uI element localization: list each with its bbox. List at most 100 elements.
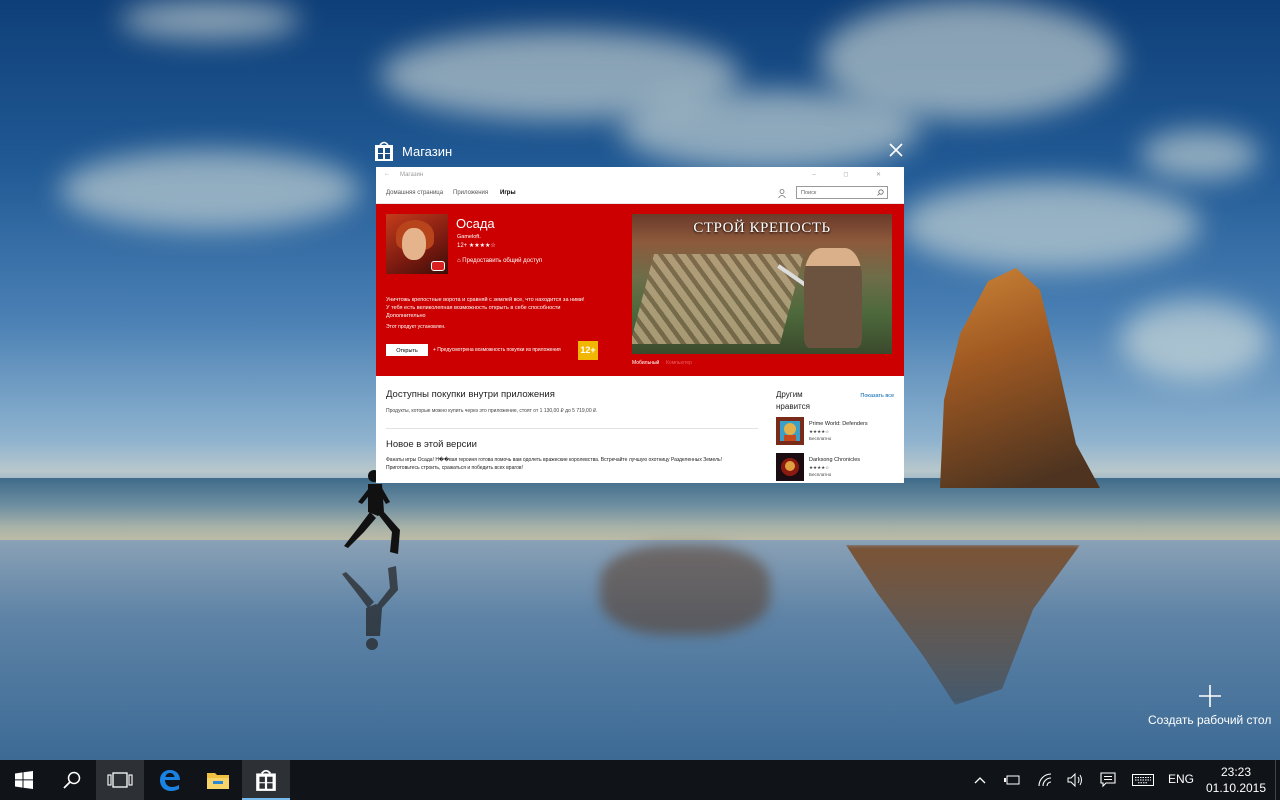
cloud	[820, 0, 1120, 120]
task-view-window-header: Магазин	[374, 138, 904, 166]
share-icon: ⌂	[457, 258, 461, 264]
notification-icon	[1100, 772, 1116, 788]
share-link[interactable]: ⌂ Предоставить общий доступ	[457, 258, 542, 264]
rock-reflection	[600, 545, 770, 635]
network-tray[interactable]	[1034, 760, 1058, 800]
input-language[interactable]: ENG	[1168, 772, 1194, 786]
store-icon	[256, 769, 276, 791]
cloud	[1140, 130, 1260, 180]
search-placeholder: Поиск	[801, 190, 817, 196]
recommended-app[interactable]: Darksong Chronicles ★★★★☆ Бесплатно	[776, 453, 894, 483]
pegi-rating-badge: 12+	[578, 341, 598, 360]
age-and-rating: 12+ ★★★★☆	[457, 242, 496, 249]
product-hero: Осада Gameloft. 12+ ★★★★☆ ⌂ Предоставить…	[376, 204, 904, 376]
product-title: Осада	[456, 216, 495, 231]
new-desktop-label: Создать рабочий стол	[1148, 713, 1272, 727]
clock-date: 01.10.2015	[1205, 781, 1267, 795]
in-app-text: Продукты, которые можно купить через это…	[386, 408, 598, 414]
chevron-up-icon	[974, 777, 986, 784]
screenshot-tab-mobile[interactable]: Мобильный	[632, 360, 659, 366]
windows-logo-icon	[15, 771, 33, 789]
clock[interactable]: 23:23 01.10.2015	[1200, 764, 1272, 796]
search-icon[interactable]	[877, 189, 884, 196]
screenshot-tab-pc[interactable]: Компьютер	[666, 360, 692, 366]
game-app-icon	[386, 214, 448, 274]
runner-reflection	[342, 566, 398, 650]
store-window[interactable]: ← Магазин – ◻ ✕ Домашняя страница Прилож…	[376, 167, 904, 483]
recommended-app-price: Бесплатно	[809, 472, 832, 477]
user-icon[interactable]	[778, 189, 786, 198]
tab-home[interactable]: Домашняя страница	[386, 190, 443, 196]
recommended-app-stars: ★★★★☆	[809, 465, 830, 470]
tab-games[interactable]: Игры	[500, 190, 516, 196]
edge-icon	[160, 770, 180, 791]
window-title: Магазин	[402, 144, 453, 159]
start-button[interactable]	[0, 760, 48, 800]
wifi-icon	[1038, 773, 1052, 787]
battery-icon	[1004, 775, 1020, 785]
close-icon[interactable]	[888, 142, 904, 158]
store-titlebar: ← Магазин – ◻ ✕	[376, 167, 904, 185]
folder-icon	[207, 773, 229, 789]
recommended-app-price: Бесплатно	[809, 436, 832, 441]
cliff	[940, 268, 1100, 488]
window-controls[interactable]: – ◻ ✕	[812, 171, 894, 178]
show-hidden-icons-button[interactable]	[968, 760, 992, 800]
keyboard-icon	[1132, 774, 1154, 786]
tablet-mode-tray[interactable]	[1000, 760, 1024, 800]
darksong-thumbnail	[776, 453, 804, 481]
whats-new-heading: Новое в этой версии	[386, 439, 477, 450]
action-center-button[interactable]	[1096, 760, 1120, 800]
clock-time: 23:23	[1220, 765, 1252, 779]
game-screenshot[interactable]: СТРОЙ КРЕПОСТЬ	[632, 214, 892, 354]
product-description: Уничтожь крепостные ворота и сравняй с з…	[386, 296, 616, 320]
face-shape	[402, 228, 426, 260]
whats-new-text: Фанаты игры Осада! Н��вая героиня готова…	[386, 456, 758, 472]
people-also-like: Другим нравится Показать все Prime World…	[776, 389, 894, 483]
rating-stars: ★★★★☆	[468, 243, 496, 249]
open-button[interactable]: Открыть	[386, 344, 428, 356]
touch-keyboard-button[interactable]	[1128, 760, 1158, 800]
warrior-shape	[804, 248, 862, 348]
back-arrow-icon[interactable]: ←	[384, 171, 390, 177]
sea	[0, 478, 1280, 548]
new-desktop-button[interactable]: Создать рабочий стол	[1140, 684, 1280, 734]
taskbar: ENG 23:23 01.10.2015	[0, 760, 1280, 800]
cloud	[1120, 300, 1270, 380]
task-view-button[interactable]	[96, 760, 144, 800]
speaker-icon	[1067, 773, 1082, 787]
developer-name[interactable]: Gameloft.	[457, 234, 481, 240]
whats-new-line: Фанаты игры Осада! Н��вая героиня готова…	[386, 457, 723, 463]
show-desktop-button[interactable]	[1275, 760, 1280, 800]
volume-tray[interactable]	[1064, 760, 1088, 800]
product-details: Доступны покупки внутри приложения Проду…	[386, 389, 758, 472]
description-line: Уничтожь крепостные ворота и сравняй с з…	[386, 297, 585, 303]
show-all-link[interactable]: Показать все	[860, 393, 894, 399]
taskbar-store[interactable]	[242, 760, 290, 800]
installed-status: Этот продукт установлен.	[386, 324, 446, 330]
task-view-icon	[107, 772, 133, 788]
whats-new-line: Приготовьтесь строить, сражаться и побед…	[386, 465, 523, 471]
store-app-name: Магазин	[400, 172, 424, 178]
cloud	[120, 0, 300, 40]
share-label: Предоставить общий доступ	[462, 258, 543, 264]
banner-headline: СТРОЙ КРЕПОСТЬ	[693, 220, 831, 236]
description-line: У тебя есть великолепная возможность отк…	[386, 305, 561, 311]
recommended-app-stars: ★★★★☆	[809, 429, 830, 434]
search-input[interactable]: Поиск	[796, 186, 888, 199]
search-button[interactable]	[48, 760, 96, 800]
in-app-heading: Доступны покупки внутри приложения	[386, 389, 555, 400]
cloud	[900, 180, 1200, 270]
taskbar-edge[interactable]	[146, 760, 194, 800]
gameloft-badge-icon	[431, 261, 445, 271]
store-icon	[375, 141, 393, 161]
cloud	[60, 150, 360, 230]
more-link[interactable]: Дополнительно	[386, 312, 616, 320]
recommended-app-name: Darksong Chronicles	[809, 457, 861, 463]
tab-apps[interactable]: Приложения	[453, 190, 488, 196]
taskbar-file-explorer[interactable]	[194, 760, 242, 800]
prime-world-thumbnail	[776, 417, 804, 445]
in-app-purchase-note: + Предусмотрена возможность покупки из п…	[433, 347, 561, 353]
recommended-app-name: Prime World: Defenders	[809, 421, 868, 427]
recommended-app[interactable]: Prime World: Defenders ★★★★☆ Бесплатно	[776, 417, 894, 449]
